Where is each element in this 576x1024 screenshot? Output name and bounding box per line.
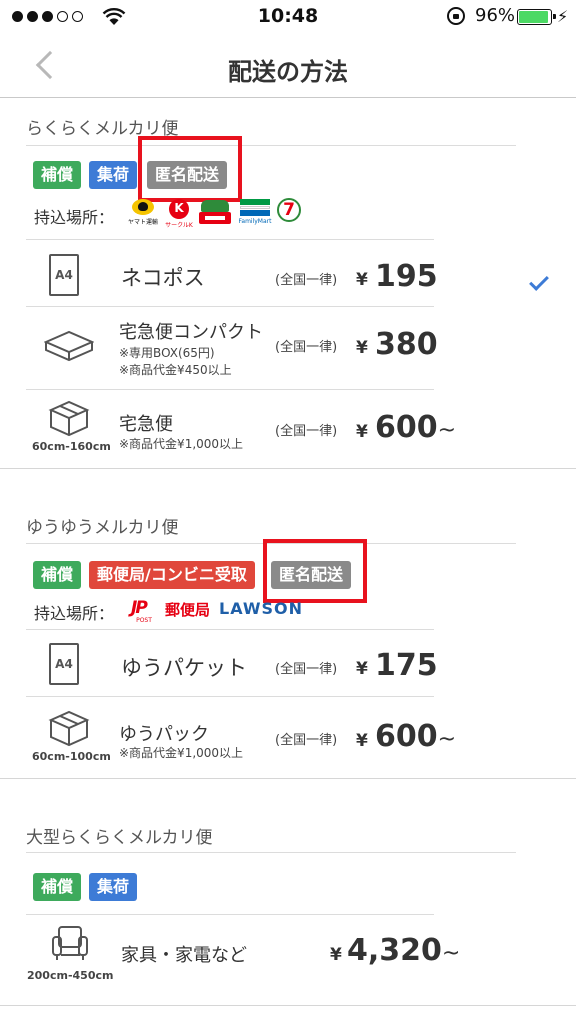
service-name: ネコポス: [121, 266, 205, 290]
yamato-logo: ヤマト運輸: [125, 199, 161, 227]
region-note: (全国一律): [275, 662, 338, 677]
divider: [26, 145, 516, 146]
note-min-price: ※商品代金¥1,000以上: [119, 437, 244, 451]
drop-off-label: 持込場所：: [34, 604, 115, 623]
lock-rotation-icon: [447, 7, 465, 25]
tag-compensation: 補償: [33, 873, 82, 901]
box-icon: [48, 710, 90, 747]
yen-sign: ¥: [356, 731, 368, 751]
region-note: (全国一律): [275, 273, 338, 288]
charging-icon: ⚡: [557, 7, 569, 26]
yen-sign: ¥: [356, 422, 368, 442]
size-range: 60cm-100cm: [32, 750, 111, 763]
size-range: 60cm-160cm: [32, 440, 111, 453]
note-box: ※専用BOX(65円): [119, 346, 215, 360]
service-name: 宅急便: [119, 414, 173, 435]
section-divider: [0, 1005, 576, 1006]
region-note: (全国一律): [275, 733, 338, 748]
lawson-logo: LAWSON: [219, 599, 304, 618]
region-note: (全国一律): [275, 340, 338, 355]
section-title-yuyu: ゆうゆうメルカリ便: [26, 518, 179, 538]
a4-envelope-icon: A4: [49, 643, 79, 685]
armchair-icon: [52, 926, 88, 960]
checkmark-icon: [529, 271, 549, 291]
tag-post-office-pickup: 郵便局/コンビニ受取: [89, 561, 255, 589]
yen-sign: ¥: [356, 659, 368, 679]
note-min-price: ※商品代金¥450以上: [119, 363, 232, 377]
flat-box-icon: [44, 330, 94, 362]
tag-pickup: 集荷: [89, 161, 138, 189]
tag-compensation: 補償: [33, 561, 82, 589]
seven-eleven-logo: [275, 198, 303, 224]
a4-envelope-icon: A4: [49, 254, 79, 296]
post-office-label: 郵便局: [165, 601, 211, 619]
price: 175: [375, 648, 438, 683]
familymart-logo: FamilyMart: [239, 199, 271, 227]
section-divider: [0, 468, 576, 469]
box-icon: [48, 400, 90, 437]
divider: [26, 239, 434, 240]
service-name: ゆうパケット: [121, 656, 247, 680]
yen-sign: ¥: [356, 338, 368, 358]
status-bar: 10:48 96% ⚡: [0, 0, 576, 34]
region-note: (全国一律): [275, 424, 338, 439]
yen-sign: ¥: [356, 270, 368, 290]
divider: [26, 696, 434, 697]
tag-pickup: 集荷: [89, 873, 138, 901]
divider: [26, 629, 434, 630]
battery-icon: [517, 9, 556, 25]
service-name: ゆうパック: [119, 724, 209, 745]
price: 195: [375, 259, 438, 294]
service-name: 家具・家電など: [121, 945, 247, 966]
page-title: 配送の方法: [228, 58, 348, 86]
sunkus-logo: [199, 200, 231, 226]
divider: [26, 914, 434, 915]
price: 4,320~: [347, 933, 461, 968]
divider: [26, 306, 434, 307]
section-title-oogata: 大型らくらくメルカリ便: [26, 828, 213, 848]
price: 380: [375, 327, 438, 362]
highlight-box: [263, 539, 367, 603]
note-min-price: ※商品代金¥1,000以上: [119, 746, 244, 760]
price: 600~: [375, 719, 457, 754]
service-name: 宅急便コンパクト: [119, 322, 263, 343]
divider: [26, 389, 434, 390]
circlek-logo: サークルK: [165, 199, 193, 229]
highlight-box: [138, 136, 242, 202]
tag-compensation: 補償: [33, 161, 82, 189]
drop-off-label: 持込場所：: [34, 208, 115, 227]
price: 600~: [375, 410, 457, 445]
divider: [26, 852, 516, 853]
section-divider: [0, 778, 576, 779]
yen-sign: ¥: [330, 945, 342, 965]
battery-percent: 96%: [475, 5, 516, 26]
size-range: 200cm-450cm: [27, 969, 114, 982]
japan-post-logo: JP POST: [131, 598, 152, 624]
nav-bar: 配送の方法: [0, 34, 576, 98]
